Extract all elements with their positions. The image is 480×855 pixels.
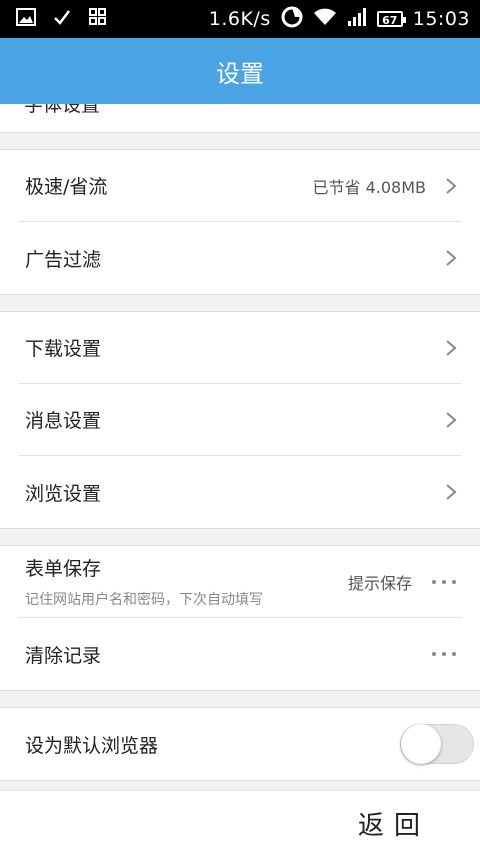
network-speed: 1.6K/s — [208, 8, 271, 30]
settings-list[interactable]: 字体设置 极速/省流 已节省 4.08MB 广告过滤 下载设置 消息设置 浏览设… — [0, 104, 480, 790]
apps-icon — [88, 8, 108, 30]
browse-settings-row[interactable]: 浏览设置 — [18, 456, 462, 528]
message-settings-label: 消息设置 — [25, 410, 102, 432]
form-save-row[interactable]: 表单保存 记住网站用户名和密码，下次自动填写 提示保存 — [18, 546, 462, 618]
chevron-right-icon — [440, 247, 462, 269]
more-dots-icon — [426, 652, 462, 656]
status-bar: 1.6K/s 67 15:03 — [0, 0, 480, 38]
chevron-right-icon — [440, 337, 462, 359]
speed-saving-label: 极速/省流 — [25, 176, 108, 198]
download-settings-label: 下载设置 — [25, 338, 102, 360]
list-item-font-settings[interactable]: 字体设置 — [0, 104, 480, 133]
default-browser-toggle[interactable] — [400, 724, 474, 764]
chevron-right-icon — [440, 175, 462, 197]
form-save-value: 提示保存 — [347, 573, 412, 593]
settings-group-network: 极速/省流 已节省 4.08MB 广告过滤 — [0, 149, 480, 295]
settings-group-general: 下载设置 消息设置 浏览设置 — [0, 311, 480, 529]
check-icon — [52, 8, 72, 30]
toggle-knob — [401, 724, 441, 764]
form-save-description: 记住网站用户名和密码，下次自动填写 — [25, 592, 263, 608]
image-icon — [16, 8, 36, 30]
page-title: 设置 — [216, 59, 264, 88]
saved-data-value: 已节省 4.08MB — [312, 177, 427, 197]
bottom-bar: 返回 — [0, 790, 480, 855]
ad-filter-label: 广告过滤 — [25, 248, 102, 271]
default-browser-label: 设为默认浏览器 — [25, 734, 159, 757]
wifi-icon — [313, 7, 337, 31]
ad-filter-row[interactable]: 广告过滤 — [18, 222, 462, 294]
sync-icon — [281, 6, 303, 32]
clock: 15:03 — [412, 8, 470, 30]
chevron-right-icon — [440, 481, 462, 503]
signal-icon — [347, 7, 367, 31]
settings-group-privacy: 表单保存 记住网站用户名和密码，下次自动填写 提示保存 清除记录 — [0, 545, 480, 691]
title-bar: 设置 — [0, 38, 480, 104]
settings-group-default: 设为默认浏览器 — [0, 707, 480, 781]
chevron-right-icon — [440, 409, 462, 431]
default-browser-row[interactable]: 设为默认浏览器 — [18, 708, 474, 780]
message-settings-row[interactable]: 消息设置 — [18, 384, 462, 456]
clear-history-label: 清除记录 — [25, 644, 102, 667]
more-dots-icon — [426, 579, 462, 584]
form-save-label: 表单保存 — [25, 558, 102, 580]
list-item-label: 字体设置 — [24, 104, 101, 116]
speed-saving-row[interactable]: 极速/省流 已节省 4.08MB — [18, 150, 462, 222]
clear-history-row[interactable]: 清除记录 — [18, 618, 462, 690]
download-settings-row[interactable]: 下载设置 — [18, 312, 462, 384]
back-button[interactable]: 返回 — [358, 805, 430, 842]
battery-icon: 67 — [376, 11, 406, 27]
browse-settings-label: 浏览设置 — [25, 482, 102, 505]
